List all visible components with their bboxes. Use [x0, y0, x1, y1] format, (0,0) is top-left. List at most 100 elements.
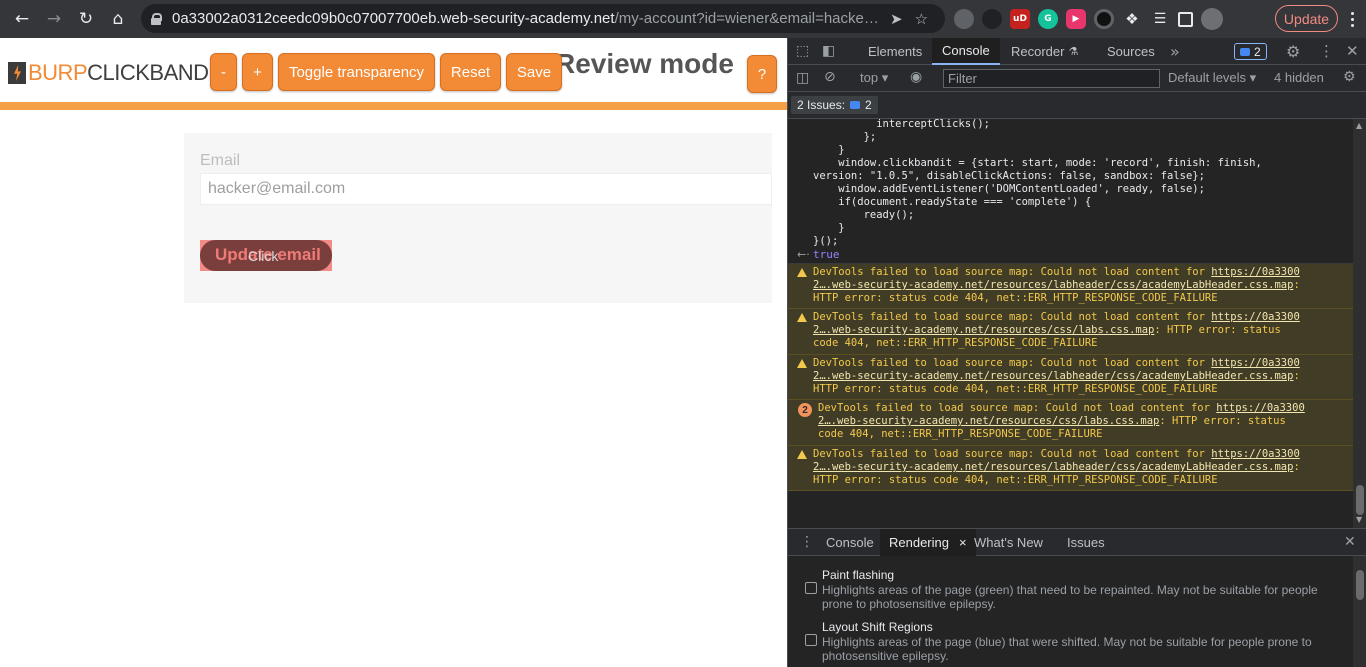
- sidebar-toggle-icon[interactable]: ◫: [796, 70, 809, 86]
- extension-grammarly-icon[interactable]: G: [1038, 9, 1058, 29]
- source-map-link[interactable]: 2….web-security-academy.net/resources/la…: [813, 279, 1293, 291]
- scroll-thumb[interactable]: [1356, 485, 1364, 515]
- drawer-tab-whats-new[interactable]: What's New: [965, 529, 1052, 556]
- option-description: photosensitive epilepsy.: [822, 649, 949, 663]
- drawer-tab-rendering[interactable]: Rendering ×: [880, 529, 976, 556]
- save-button[interactable]: Save: [506, 53, 562, 91]
- warning-triangle-icon: [797, 359, 807, 368]
- warning-text: DevTools failed to load source map: Coul…: [818, 402, 1305, 440]
- message-icon: [850, 101, 861, 109]
- browser-update-button[interactable]: Update: [1275, 5, 1338, 32]
- warning-triangle-icon: [797, 450, 807, 459]
- browser-toolbar: ← → ↻ ⌂ 0a33002a0312ceedc09b0c07007700eb…: [0, 0, 1366, 38]
- extension-circle-icon[interactable]: [1094, 9, 1114, 29]
- home-icon[interactable]: ⌂: [102, 3, 134, 35]
- extensions-bar: uD G ▶ ❖ ☰: [954, 5, 1223, 33]
- drawer-menu-icon[interactable]: ⋮: [800, 534, 814, 550]
- source-map-link[interactable]: 2….web-security-academy.net/resources/cs…: [813, 324, 1154, 336]
- source-map-link[interactable]: https://0a3300: [1216, 402, 1305, 414]
- extension-mask-icon[interactable]: [982, 9, 1002, 29]
- side-panel-icon[interactable]: [1178, 11, 1193, 27]
- warning-text: DevTools failed to load source map: Coul…: [813, 357, 1300, 395]
- browser-menu-icon[interactable]: [1343, 8, 1361, 30]
- reload-icon[interactable]: ↻: [70, 3, 102, 35]
- rendering-scrollbar[interactable]: [1353, 556, 1366, 667]
- drawer-tab-issues[interactable]: Issues: [1058, 529, 1114, 556]
- zoom-in-button[interactable]: +: [242, 53, 273, 91]
- review-mode-title: Review mode: [555, 48, 734, 79]
- close-devtools-icon[interactable]: ✕: [1346, 42, 1359, 60]
- lightning-icon: [8, 62, 26, 84]
- bookmark-star-icon[interactable]: ☆: [915, 10, 928, 28]
- issues-badge[interactable]: 2: [1234, 43, 1267, 60]
- source-map-link[interactable]: https://0a3300: [1211, 448, 1300, 460]
- tab-recorder[interactable]: Recorder ⚗: [1001, 38, 1088, 65]
- source-map-link[interactable]: 2….web-security-academy.net/resources/la…: [813, 461, 1293, 473]
- back-icon[interactable]: ←: [6, 3, 38, 35]
- tab-elements[interactable]: Elements: [858, 38, 932, 65]
- forward-icon[interactable]: →: [38, 3, 70, 35]
- console-settings-gear-icon[interactable]: ⚙: [1343, 69, 1356, 85]
- extension-ublock-icon[interactable]: uD: [1010, 9, 1030, 29]
- help-button[interactable]: ?: [747, 55, 777, 93]
- extension-shield-icon[interactable]: [954, 9, 974, 29]
- scroll-thumb[interactable]: [1356, 570, 1364, 600]
- tab-sources[interactable]: Sources: [1097, 38, 1165, 65]
- scroll-down-icon[interactable]: ▼: [1356, 515, 1362, 524]
- context-select[interactable]: top ▾: [860, 70, 888, 86]
- source-map-link[interactable]: 2….web-security-academy.net/resources/la…: [813, 370, 1293, 382]
- option-title: Layout Shift Regions: [822, 620, 933, 634]
- option-description: prone to photosensitive epilepsy.: [822, 597, 996, 611]
- device-toolbar-icon[interactable]: ◧: [822, 43, 835, 59]
- return-arrow-icon: ←·: [797, 248, 810, 261]
- extensions-puzzle-icon[interactable]: ❖: [1122, 9, 1142, 29]
- lock-icon[interactable]: [151, 12, 162, 25]
- console-warning-message: 2 DevTools failed to load source map: Cou…: [788, 400, 1353, 446]
- warning-triangle-icon: [797, 313, 807, 322]
- layout-shift-checkbox[interactable]: [805, 634, 817, 646]
- media-playlist-icon[interactable]: ☰: [1150, 9, 1170, 29]
- clickbandit-header: BURP CLICKBANDIT Review mode - + Toggle t…: [0, 38, 787, 110]
- url-text[interactable]: 0a33002a0312ceedc09b0c07007700eb.web-sec…: [172, 10, 878, 27]
- clear-console-icon[interactable]: ⊘: [824, 69, 836, 85]
- message-icon: [1240, 47, 1250, 56]
- console-filter-input[interactable]: Filter: [943, 69, 1160, 88]
- more-tabs-icon[interactable]: »: [1170, 42, 1180, 61]
- zoom-out-button[interactable]: -: [210, 53, 237, 91]
- profile-avatar[interactable]: [1201, 8, 1223, 30]
- email-field[interactable]: hacker@email.com: [200, 173, 772, 205]
- issues-bar: 2 Issues: 2: [788, 92, 1366, 119]
- extension-video-icon[interactable]: ▶: [1066, 9, 1086, 29]
- live-expression-eye-icon[interactable]: ◉: [910, 69, 922, 85]
- settings-gear-icon[interactable]: ⚙: [1286, 42, 1300, 61]
- console-warning-message: DevTools failed to load source map: Coul…: [788, 309, 1353, 355]
- source-map-link[interactable]: 2….web-security-academy.net/resources/cs…: [818, 415, 1159, 427]
- update-email-button[interactable]: Update email Click: [200, 240, 332, 271]
- source-map-link[interactable]: https://0a3300: [1211, 266, 1300, 278]
- return-value-row: ←· true: [788, 247, 1353, 264]
- console-warning-message: DevTools failed to load source map: Coul…: [788, 264, 1353, 309]
- inspect-element-icon[interactable]: ⬚: [796, 43, 809, 59]
- warning-text: DevTools failed to load source map: Coul…: [813, 311, 1300, 349]
- issues-chip[interactable]: 2 Issues: 2: [791, 96, 878, 114]
- option-description: Highlights areas of the page (green) tha…: [822, 583, 1318, 597]
- console-scrollbar[interactable]: ▲ ▼: [1353, 119, 1366, 528]
- code-snippet: interceptClicks(); }; } window.clickband…: [813, 119, 1262, 247]
- option-description: Highlights areas of the page (blue) that…: [822, 635, 1312, 649]
- close-drawer-icon[interactable]: ✕: [1344, 534, 1356, 550]
- drawer-tab-console[interactable]: Console: [817, 529, 883, 556]
- page-viewport: BURP CLICKBANDIT Review mode - + Toggle t…: [0, 38, 787, 667]
- log-levels-select[interactable]: Default levels ▾: [1168, 70, 1256, 86]
- reset-button[interactable]: Reset: [440, 53, 501, 91]
- hidden-count: 4 hidden: [1274, 70, 1324, 85]
- return-value: true: [813, 248, 840, 261]
- devtools-menu-icon[interactable]: ⋮: [1319, 42, 1334, 60]
- source-map-link[interactable]: https://0a3300: [1211, 357, 1300, 369]
- scroll-up-icon[interactable]: ▲: [1356, 121, 1362, 130]
- paint-flashing-checkbox[interactable]: [805, 582, 817, 594]
- address-bar[interactable]: 0a33002a0312ceedc09b0c07007700eb.web-sec…: [141, 4, 945, 33]
- send-icon[interactable]: ➤: [890, 10, 903, 28]
- tab-console[interactable]: Console: [932, 38, 1000, 65]
- source-map-link[interactable]: https://0a3300: [1211, 311, 1300, 323]
- toggle-transparency-button[interactable]: Toggle transparency: [278, 53, 435, 91]
